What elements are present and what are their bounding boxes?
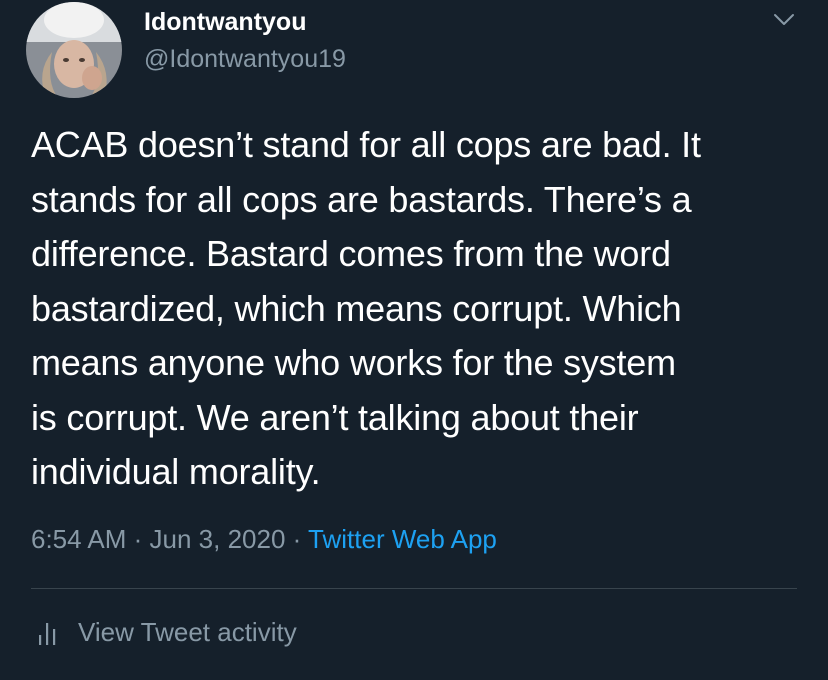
tweet-date[interactable]: Jun 3, 2020 bbox=[150, 524, 286, 554]
tweet-source-link[interactable]: Twitter Web App bbox=[308, 524, 497, 554]
avatar-image bbox=[26, 2, 122, 98]
tweet-text-line: stands for all cops are bastards. There’… bbox=[31, 178, 692, 220]
divider bbox=[31, 588, 797, 589]
tweet-text-line: individual morality. bbox=[31, 451, 321, 492]
tweet-time[interactable]: 6:54 AM bbox=[31, 524, 126, 554]
tweet-text-line: ACAB doesn’t stand for all cops are bad.… bbox=[31, 124, 701, 165]
meta-separator: · bbox=[285, 524, 309, 554]
view-tweet-activity-button[interactable]: View Tweet activity bbox=[36, 617, 297, 648]
activity-label: View Tweet activity bbox=[78, 617, 297, 647]
tweet-text-line: means anyone who works for the system bbox=[31, 342, 676, 383]
tweet-text-line: is corrupt. We aren’t talking about thei… bbox=[31, 396, 639, 438]
chevron-down-icon[interactable] bbox=[772, 10, 796, 30]
meta-separator: · bbox=[126, 524, 150, 554]
bar-chart-icon bbox=[39, 622, 56, 645]
user-handle[interactable]: @Idontwantyou19 bbox=[144, 45, 346, 74]
tweet-text: ACAB doesn’t stand for all cops are bad.… bbox=[31, 118, 811, 500]
tweet-text-line: difference. Bastard comes from the word bbox=[31, 233, 671, 274]
tweet-text-line: bastardized, which means corrupt. Which bbox=[31, 287, 682, 329]
display-name[interactable]: Idontwantyou bbox=[144, 8, 306, 37]
tweet-meta: 6:54 AM · Jun 3, 2020 · Twitter Web App bbox=[31, 524, 497, 555]
avatar[interactable] bbox=[26, 2, 122, 98]
